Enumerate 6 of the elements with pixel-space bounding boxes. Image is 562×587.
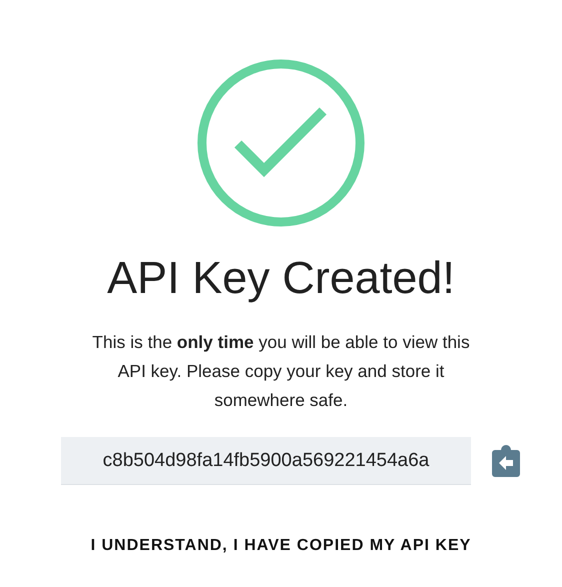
dialog-title: API Key Created! [107,251,455,305]
check-circle-icon [196,58,366,228]
warning-message: This is the only time you will be able to view this API key. Please copy your key and store it somewhere safe. [91,331,471,412]
api-key-field[interactable]: c8b504d98fa14fb5900a569221454a6a [61,437,471,485]
confirm-button[interactable]: I UNDERSTAND, I HAVE COPIED MY API KEY [78,529,484,563]
clipboard-icon[interactable] [491,445,521,477]
